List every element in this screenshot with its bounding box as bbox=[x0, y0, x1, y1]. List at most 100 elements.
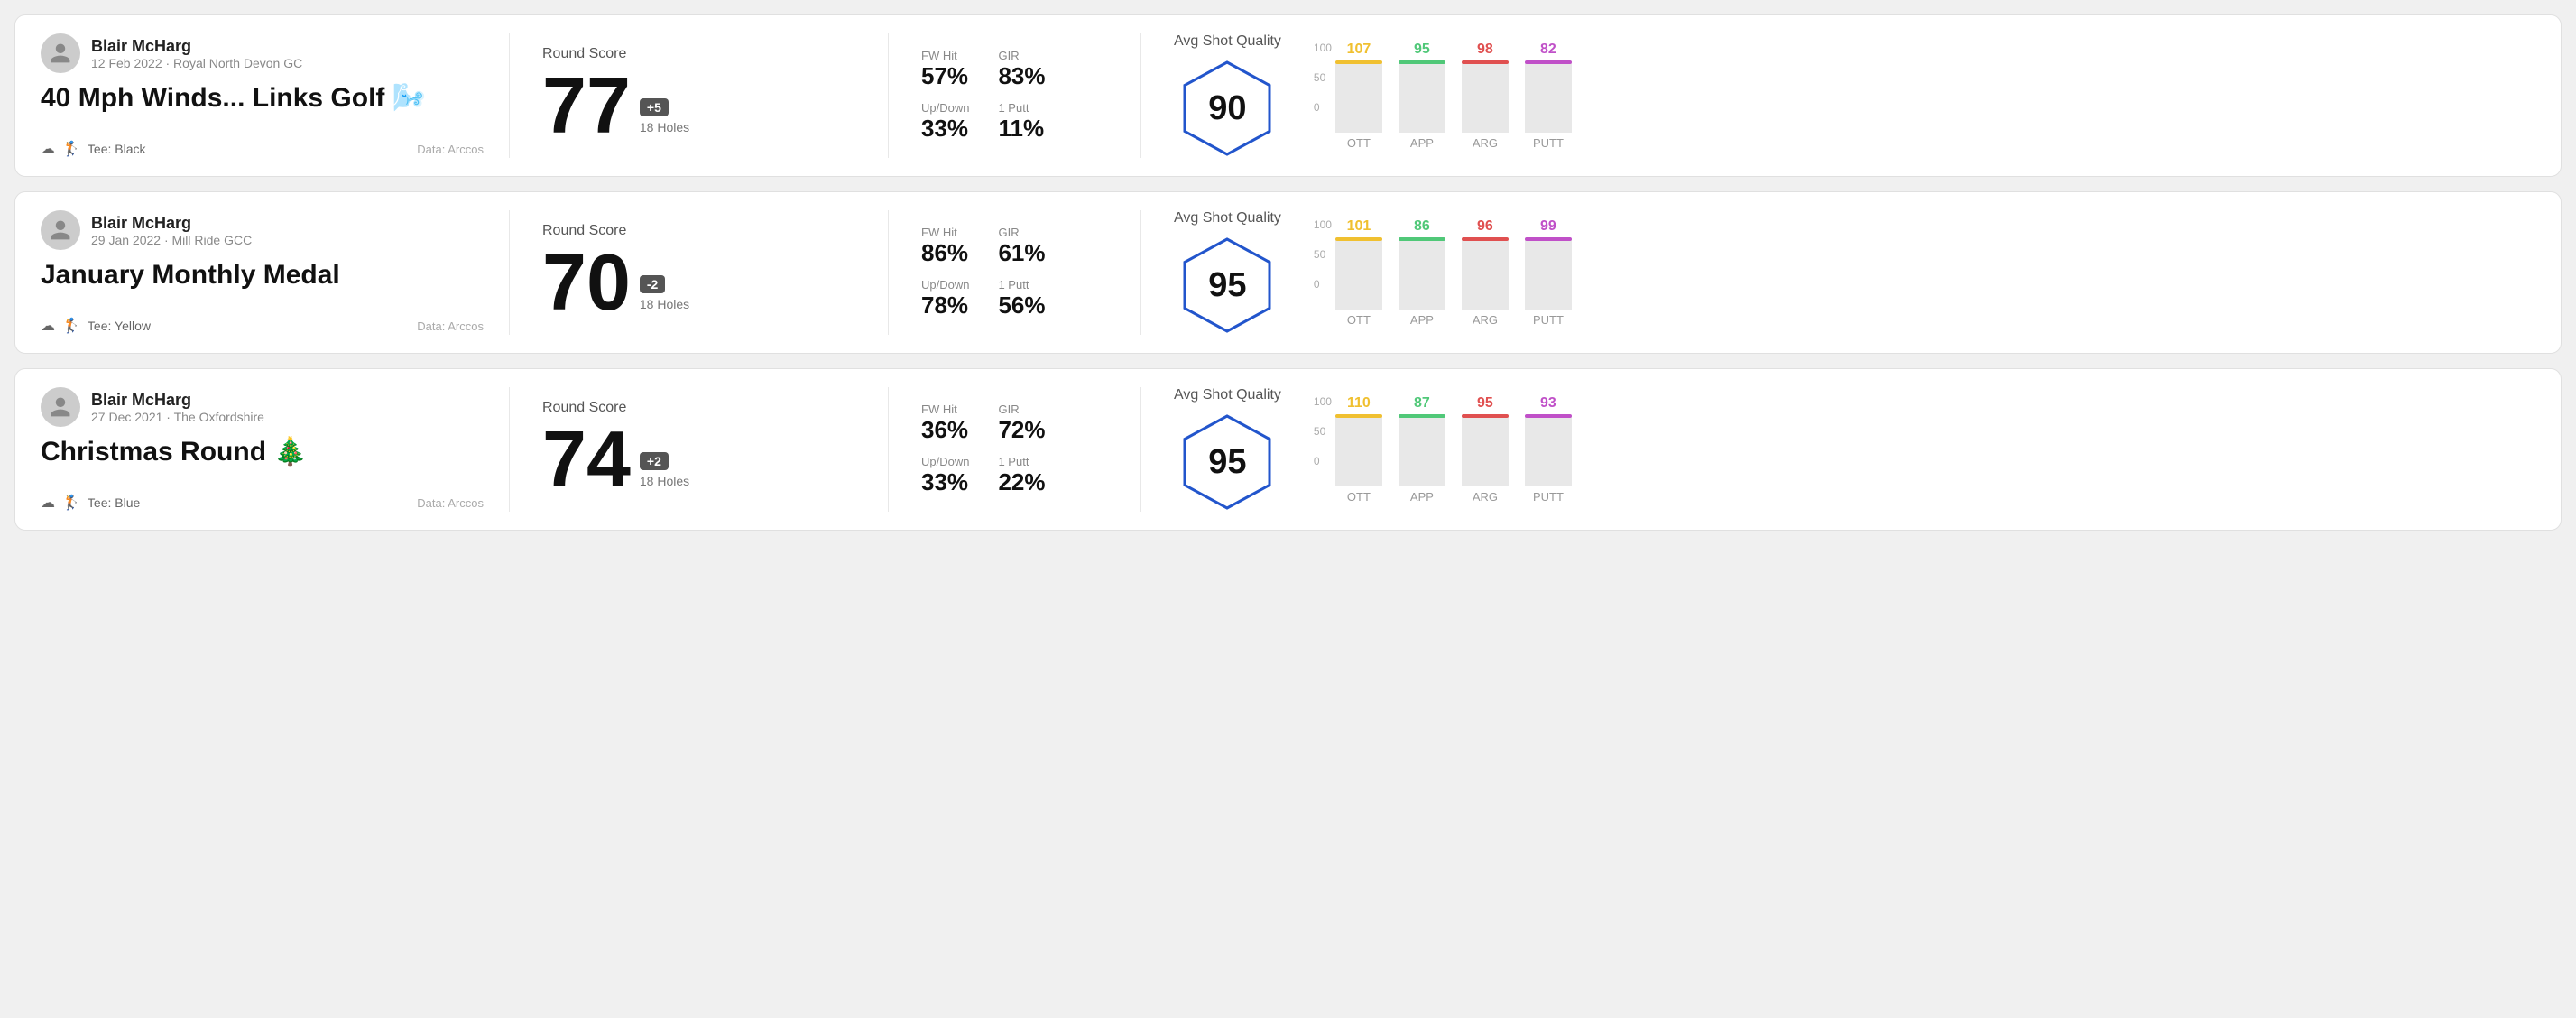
oneputt-stat: 1 Putt 22% bbox=[998, 455, 1046, 496]
fw-hit-label: FW Hit bbox=[921, 49, 969, 62]
bar-track-PUTT bbox=[1525, 237, 1572, 310]
bar-line-OTT bbox=[1335, 414, 1382, 418]
bar-fill-ARG bbox=[1462, 86, 1509, 133]
bar-line-OTT bbox=[1335, 60, 1382, 64]
bar-value-ARG: 95 bbox=[1477, 395, 1493, 412]
score-badge: +2 18 Holes bbox=[640, 452, 689, 488]
bar-fill-APP bbox=[1399, 269, 1445, 310]
holes-text: 18 Holes bbox=[640, 474, 689, 488]
holes-text: 18 Holes bbox=[640, 120, 689, 134]
bar-label-PUTT: PUTT bbox=[1533, 490, 1564, 504]
stats-section-2: FW Hit 86% GIR 61% Up/Down 78% 1 Putt 56… bbox=[889, 210, 1141, 335]
oneputt-value: 22% bbox=[998, 468, 1046, 496]
bar-track-ARG bbox=[1462, 237, 1509, 310]
tee-label: Tee: Yellow bbox=[88, 319, 151, 333]
bar-line-OTT bbox=[1335, 237, 1382, 241]
bar-value-PUTT: 99 bbox=[1540, 218, 1556, 235]
chart-bar-PUTT: 82 PUTT bbox=[1525, 42, 1572, 150]
chart-bar-OTT: 107 OTT bbox=[1335, 42, 1382, 150]
gir-label: GIR bbox=[998, 226, 1046, 239]
stats-grid: FW Hit 86% GIR 61% Up/Down 78% 1 Putt 56… bbox=[921, 226, 1047, 319]
user-meta: 29 Jan 2022 · Mill Ride GCC bbox=[91, 233, 252, 247]
avatar bbox=[41, 33, 80, 73]
fw-hit-stat: FW Hit 57% bbox=[921, 49, 969, 90]
user-name: Blair McHarg bbox=[91, 37, 302, 56]
y-label-100: 100 bbox=[1314, 395, 1332, 408]
bar-value-ARG: 96 bbox=[1477, 218, 1493, 235]
y-labels: 100 50 0 bbox=[1314, 42, 1332, 114]
quality-block: Avg Shot Quality 95 bbox=[1174, 387, 1281, 512]
bottom-row: ☁ 🏌 Tee: Black Data: Arccos bbox=[41, 140, 484, 158]
tee-info: ☁ 🏌 Tee: Yellow bbox=[41, 317, 151, 335]
stats-grid: FW Hit 57% GIR 83% Up/Down 33% 1 Putt 11… bbox=[921, 49, 1047, 143]
gir-stat: GIR 61% bbox=[998, 226, 1046, 267]
round-card-1: Blair McHarg 12 Feb 2022 · Royal North D… bbox=[14, 14, 2562, 177]
y-label-50: 50 bbox=[1314, 425, 1332, 438]
updown-label: Up/Down bbox=[921, 101, 969, 115]
oneputt-stat: 1 Putt 11% bbox=[998, 101, 1046, 143]
quality-score: 95 bbox=[1208, 443, 1246, 482]
tee-info: ☁ 🏌 Tee: Black bbox=[41, 140, 146, 158]
oneputt-value: 11% bbox=[998, 115, 1046, 143]
oneputt-label: 1 Putt bbox=[998, 101, 1046, 115]
bar-value-PUTT: 93 bbox=[1540, 395, 1556, 412]
bar-line-ARG bbox=[1462, 414, 1509, 418]
score-block: Round Score 74 +2 18 Holes bbox=[542, 400, 689, 499]
chart-bars: 107 OTT 95 APP 98 bbox=[1335, 42, 1572, 150]
y-label-100: 100 bbox=[1314, 218, 1332, 231]
bar-track-OTT bbox=[1335, 237, 1382, 310]
fw-hit-value: 86% bbox=[921, 239, 969, 267]
bag-icon: 🏌 bbox=[62, 317, 80, 335]
left-section-3: Blair McHarg 27 Dec 2021 · The Oxfordshi… bbox=[41, 387, 510, 512]
chart-bar-APP: 87 APP bbox=[1399, 395, 1445, 504]
avg-shot-quality-label: Avg Shot Quality bbox=[1174, 387, 1281, 403]
quality-score: 95 bbox=[1208, 266, 1246, 305]
bar-value-OTT: 110 bbox=[1347, 395, 1371, 412]
user-icon bbox=[49, 42, 72, 65]
updown-stat: Up/Down 78% bbox=[921, 278, 969, 319]
middle-section-2: Round Score 70 -2 18 Holes bbox=[510, 210, 889, 335]
bar-fill-ARG bbox=[1462, 441, 1509, 486]
bar-label-ARG: ARG bbox=[1473, 490, 1498, 504]
score-main: 77 +5 18 Holes bbox=[542, 66, 689, 145]
quality-block: Avg Shot Quality 95 bbox=[1174, 210, 1281, 335]
round-title: 40 Mph Winds... Links Golf 🌬️ bbox=[41, 82, 484, 115]
bar-label-ARG: ARG bbox=[1473, 136, 1498, 150]
score-main: 70 -2 18 Holes bbox=[542, 243, 689, 322]
bar-value-ARG: 98 bbox=[1477, 42, 1493, 58]
bar-track-ARG bbox=[1462, 414, 1509, 486]
updown-label: Up/Down bbox=[921, 455, 969, 468]
chart-bars: 101 OTT 86 APP 96 bbox=[1335, 218, 1572, 327]
user-icon bbox=[49, 395, 72, 419]
bar-fill-APP bbox=[1399, 88, 1445, 133]
user-icon bbox=[49, 218, 72, 242]
chart-bar-ARG: 95 ARG bbox=[1462, 395, 1509, 504]
user-meta: 12 Feb 2022 · Royal North Devon GC bbox=[91, 56, 302, 70]
user-row: Blair McHarg 27 Dec 2021 · The Oxfordshi… bbox=[41, 387, 484, 427]
bag-icon: 🏌 bbox=[62, 140, 80, 158]
hexagon: 95 bbox=[1177, 412, 1277, 512]
tee-label: Tee: Black bbox=[88, 142, 146, 156]
gir-value: 83% bbox=[998, 62, 1046, 90]
score-block: Round Score 70 -2 18 Holes bbox=[542, 223, 689, 322]
middle-section-3: Round Score 74 +2 18 Holes bbox=[510, 387, 889, 512]
fw-hit-value: 57% bbox=[921, 62, 969, 90]
chart-bar-APP: 95 APP bbox=[1399, 42, 1445, 150]
fw-hit-label: FW Hit bbox=[921, 226, 969, 239]
avatar bbox=[41, 387, 80, 427]
bar-fill-PUTT bbox=[1525, 262, 1572, 310]
bar-fill-APP bbox=[1399, 445, 1445, 486]
bar-track-PUTT bbox=[1525, 414, 1572, 486]
bar-fill-ARG bbox=[1462, 264, 1509, 310]
bar-line-APP bbox=[1399, 414, 1445, 418]
score-diff-badge: +2 bbox=[640, 452, 669, 470]
chart-outer: 100 50 0 110 OTT 87 bbox=[1314, 395, 2503, 504]
score-diff-badge: +5 bbox=[640, 98, 669, 116]
user-info: Blair McHarg 27 Dec 2021 · The Oxfordshi… bbox=[91, 391, 264, 424]
bar-value-PUTT: 82 bbox=[1540, 42, 1556, 58]
hexagon-container: 95 bbox=[1174, 412, 1281, 512]
bar-label-OTT: OTT bbox=[1347, 313, 1371, 327]
updown-value: 33% bbox=[921, 115, 969, 143]
chart-outer: 100 50 0 107 OTT 95 bbox=[1314, 42, 2503, 150]
quality-score: 90 bbox=[1208, 89, 1246, 128]
